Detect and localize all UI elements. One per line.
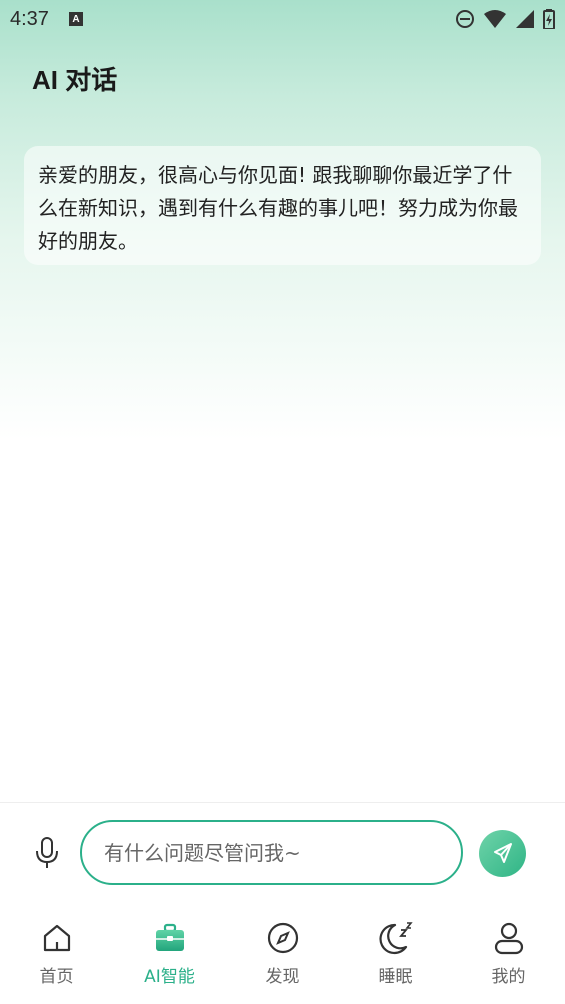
do-not-disturb-icon <box>456 10 474 28</box>
microphone-icon <box>36 837 58 868</box>
microphone-button[interactable] <box>32 835 62 871</box>
nav-item-home[interactable]: 首页 <box>0 902 113 1004</box>
signal-icon <box>516 10 534 28</box>
status-bar: 4:37 A <box>0 0 565 38</box>
nav-label-home: 首页 <box>39 967 74 987</box>
compass-icon <box>267 922 298 954</box>
page-title: AI 对话 <box>32 65 118 95</box>
status-time: 4:37 <box>10 7 49 30</box>
nav-item-sleep[interactable]: 睡眠 <box>339 902 452 1004</box>
battery-icon <box>543 9 555 29</box>
input-bar <box>0 802 565 902</box>
profile-icon <box>494 922 523 955</box>
ai-message-text: 亲爱的朋友，很高心与你见面! 跟我聊聊你最近学了什么在新知识，遇到有什么有趣的事… <box>38 163 518 253</box>
a-icon: A <box>68 12 83 26</box>
chat-input[interactable] <box>80 820 463 885</box>
nav-item-ai[interactable]: AI智能 <box>113 902 226 1004</box>
nav-label-profile: 我的 <box>491 967 526 987</box>
nav-item-discover[interactable]: 发现 <box>226 902 339 1004</box>
home-icon <box>43 924 70 952</box>
wifi-icon <box>484 10 506 28</box>
nav-label-ai: AI智能 <box>144 967 195 987</box>
briefcase-icon <box>155 923 184 951</box>
nav-label-sleep: 睡眠 <box>378 967 413 987</box>
send-button[interactable] <box>479 830 526 877</box>
nav-item-profile[interactable]: 我的 <box>452 902 565 1004</box>
moon-sleep-icon <box>378 922 413 955</box>
bottom-nav: 首页 AI智能 发现 睡眠 我的 <box>0 902 565 1004</box>
ai-message-bubble: 亲爱的朋友，很高心与你见面! 跟我聊聊你最近学了什么在新知识，遇到有什么有趣的事… <box>24 146 541 265</box>
send-icon <box>493 842 512 863</box>
nav-label-discover: 发现 <box>265 967 300 987</box>
